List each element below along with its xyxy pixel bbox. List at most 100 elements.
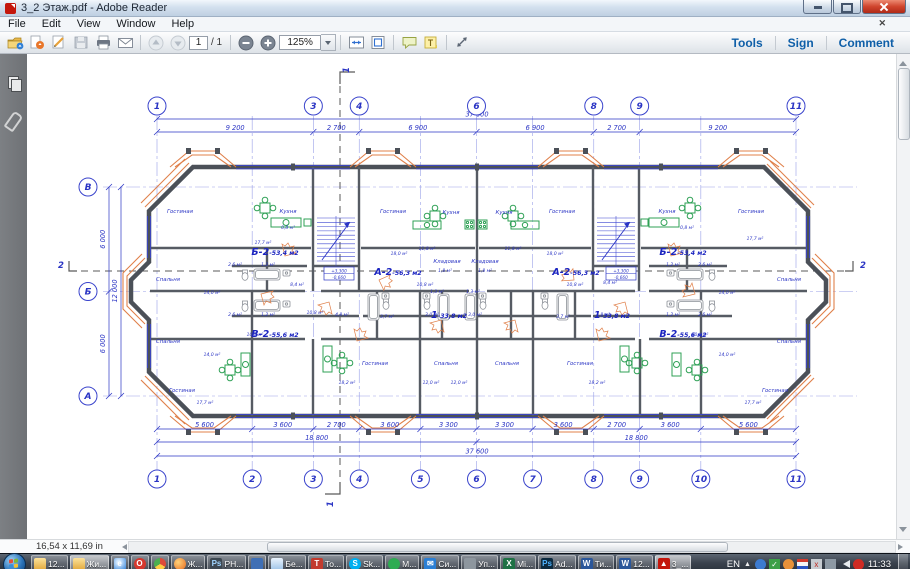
minimize-button[interactable]: [803, 0, 832, 14]
scroll-down-icon[interactable]: [899, 527, 907, 536]
plan-label: 14,0 м²: [719, 352, 736, 358]
taskbar-button-bluewin[interactable]: Бе...: [268, 555, 305, 569]
document-page[interactable]: 1122+3,300-0,660+3,300-0,6609 2002 7006 …: [27, 54, 896, 539]
plan-label: 1,8 м²: [478, 268, 492, 274]
chevron-down-icon: [325, 41, 331, 48]
plan-label: 10,8 м²: [417, 282, 434, 288]
network-error-icon[interactable]: x: [811, 559, 822, 569]
comment-balloon-button[interactable]: [399, 34, 419, 52]
plan-label: 2,6 м²: [698, 312, 712, 318]
page-thumbnails-icon[interactable]: [8, 76, 20, 90]
windows-taskbar: 12...Жи...eO Ж...PsPH... Бе...TТо...SSk...…: [0, 553, 910, 569]
taskbar-button-ie[interactable]: e: [111, 555, 129, 569]
menu-edit[interactable]: Edit: [34, 18, 69, 30]
sign-tab[interactable]: Sign: [776, 36, 826, 50]
taskbar-button-acrobat[interactable]: ▲3_...: [655, 555, 692, 569]
email-button[interactable]: [115, 34, 135, 52]
horizontal-scroll-thumb[interactable]: [267, 542, 729, 552]
plan-label: 1,2 м²: [261, 312, 275, 318]
restore-button[interactable]: [833, 0, 861, 14]
create-pdf-button[interactable]: [27, 34, 47, 52]
pdf-app-icon: [5, 3, 16, 14]
menu-view[interactable]: View: [69, 18, 109, 30]
plan-label: 17,7 м²: [197, 400, 214, 406]
attachments-icon[interactable]: [8, 112, 19, 131]
print-button[interactable]: [93, 34, 113, 52]
folder-icon: [34, 558, 46, 569]
display-icon[interactable]: [825, 559, 836, 569]
zoom-level-value[interactable]: 125%: [279, 35, 321, 50]
fit-width-button[interactable]: [346, 34, 366, 52]
taskbar-button-total[interactable]: TТо...: [308, 555, 344, 569]
plan-label: Кладовая: [471, 259, 499, 265]
taskbar-button-firefox[interactable]: Ж...: [171, 555, 206, 569]
scroll-left-icon[interactable]: [119, 544, 127, 550]
page-number-input[interactable]: [189, 36, 208, 50]
share-button[interactable]: [452, 34, 472, 52]
psgray-icon: Ps: [210, 558, 222, 569]
taskbar-button-psgray[interactable]: PsPH...: [207, 555, 246, 569]
flag-icon[interactable]: [797, 559, 808, 569]
taskbar-button-label: То...: [325, 559, 341, 569]
plan-label: 4,8 м²: [596, 312, 610, 318]
close-button[interactable]: [862, 0, 906, 14]
text-note-button[interactable]: [421, 34, 441, 52]
tray-expand-icon[interactable]: ▲: [744, 561, 751, 568]
taskbar-button-chrome[interactable]: [151, 555, 169, 569]
document-close-icon[interactable]: ✕: [878, 18, 886, 29]
scroll-right-icon[interactable]: [898, 544, 906, 550]
plan-label: 14,0 м²: [204, 352, 221, 358]
plan-label: 2,6 м²: [698, 262, 712, 268]
open-button[interactable]: [5, 34, 25, 52]
shield-check-icon[interactable]: ✓: [769, 559, 780, 569]
fit-width-icon: [348, 35, 365, 50]
save-button[interactable]: [71, 34, 91, 52]
taskbar-button-ps[interactable]: PsAd...: [538, 555, 575, 569]
taskbar-button-bluesq[interactable]: [248, 555, 266, 569]
taskbar-button-folder[interactable]: Жи...: [70, 555, 109, 569]
vertical-scroll-thumb[interactable]: [898, 68, 910, 140]
taskbar-button-folder[interactable]: 12...: [31, 555, 68, 569]
horizontal-scrollbar[interactable]: [128, 541, 896, 553]
tools-tab[interactable]: Tools: [720, 36, 775, 50]
menu-help[interactable]: Help: [163, 18, 202, 30]
volume-icon[interactable]: [839, 560, 850, 568]
comment-tab[interactable]: Comment: [827, 36, 906, 50]
menu-file[interactable]: File: [0, 18, 34, 30]
taskbar-button-label: Уп...: [478, 559, 495, 569]
excel-icon: X: [503, 558, 515, 569]
show-desktop-button[interactable]: [898, 554, 908, 569]
scroll-up-icon[interactable]: [899, 57, 907, 66]
sign-pen-button[interactable]: [49, 34, 69, 52]
fit-page-button[interactable]: [368, 34, 388, 52]
taskbar-button-tool[interactable]: Уп...: [461, 555, 498, 569]
menu-window[interactable]: Window: [108, 18, 163, 30]
plan-label: Гостиная: [549, 209, 576, 215]
previous-page-button[interactable]: [146, 34, 166, 52]
toolbar: / 1 125% Tools Sign: [0, 32, 910, 54]
zoom-dropdown-button[interactable]: [321, 34, 336, 51]
plan-label: 2: [249, 475, 255, 485]
taskbar-button-opera[interactable]: O: [131, 555, 149, 569]
taskbar-button-mail[interactable]: ✉Си...: [421, 555, 459, 569]
plan-label: 2 700: [607, 124, 626, 132]
vertical-scrollbar[interactable]: [896, 54, 910, 539]
clock[interactable]: 11:33: [868, 559, 891, 569]
next-page-button[interactable]: [168, 34, 188, 52]
plan-label: Гостиная: [738, 209, 765, 215]
taskbar-button-excel[interactable]: XMi...: [500, 555, 536, 569]
start-button[interactable]: [3, 553, 26, 569]
taskbar-button-word[interactable]: W12...: [616, 555, 653, 569]
taskbar-button-word[interactable]: WТи...: [578, 555, 615, 569]
language-indicator[interactable]: EN: [727, 559, 740, 569]
user-blue-icon[interactable]: [755, 559, 766, 569]
taskbar-button-skype[interactable]: SSk...: [346, 555, 383, 569]
alert-icon[interactable]: [853, 559, 864, 569]
plan-label: 17,7 м²: [255, 240, 272, 246]
plan-label: 2 700: [327, 421, 346, 429]
messenger-icon[interactable]: [783, 559, 794, 569]
taskbar-button-agent[interactable]: М...: [385, 555, 419, 569]
title-bar[interactable]: 3_2 Этаж.pdf - Adobe Reader: [0, 0, 910, 17]
zoom-in-button[interactable]: [258, 34, 278, 52]
zoom-out-button[interactable]: [236, 34, 256, 52]
